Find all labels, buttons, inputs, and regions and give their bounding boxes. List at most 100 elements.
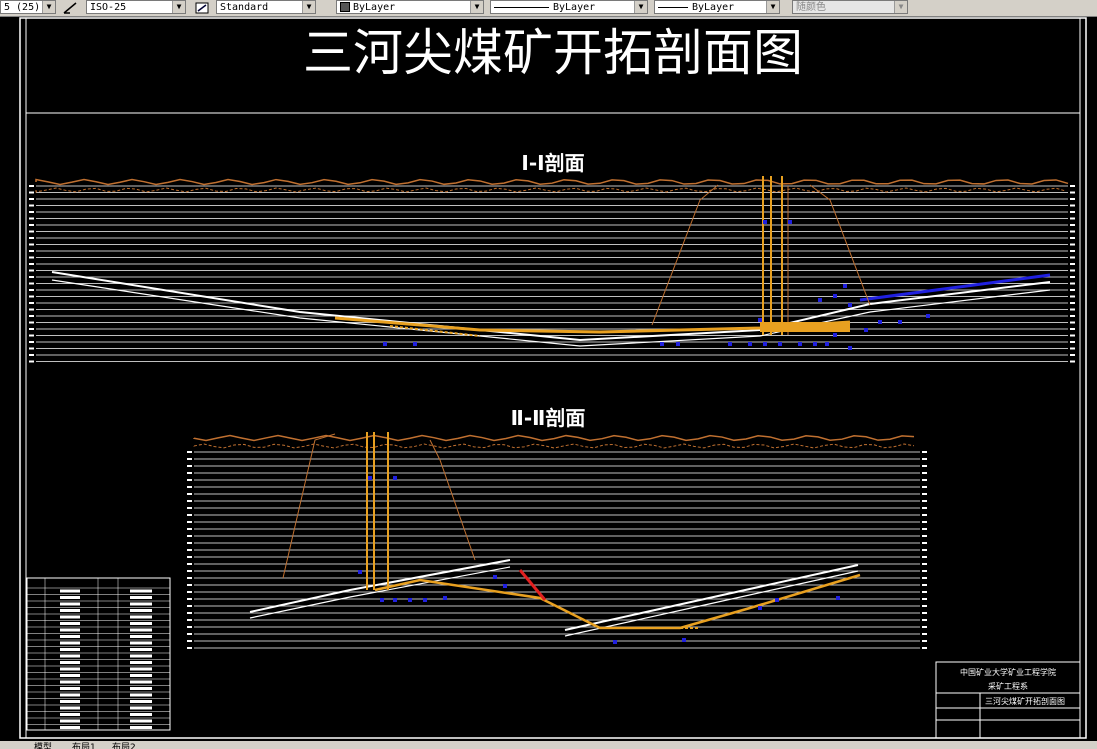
tab-layout1[interactable]: 布局1	[72, 741, 96, 749]
borehole-marker	[748, 342, 752, 346]
depth-tick	[29, 347, 34, 350]
legend-cell	[60, 641, 80, 645]
depth-tick	[187, 451, 192, 453]
depth-tick	[1070, 211, 1075, 213]
alluvium-base	[35, 187, 1067, 193]
legend-cell	[130, 726, 152, 729]
ground-surface	[35, 178, 1069, 186]
lineweight-dropdown[interactable]: ByLayer ▼	[654, 0, 780, 14]
legend-cell	[60, 589, 80, 593]
depth-tick	[187, 486, 192, 488]
drawing-svg[interactable]: 三河尖煤矿开拓剖面图 I-I剖面 Ⅱ-Ⅱ剖面 中国矿业大学矿业工程学院 采矿工程…	[0, 16, 1097, 741]
coal-seam-upper	[249, 559, 511, 613]
depth-tick	[922, 633, 927, 635]
borehole-marker	[728, 342, 732, 346]
scale-dropdown[interactable]: 5 (25) ▼	[0, 0, 56, 14]
depth-tick	[29, 328, 34, 330]
depth-tick	[922, 514, 927, 516]
inclined-shaft	[429, 439, 476, 561]
borehole-marker	[836, 596, 840, 600]
depth-tick	[1070, 230, 1075, 233]
depth-tick	[1070, 198, 1075, 200]
plotstyle-dropdown[interactable]: 随颜色 ▼	[792, 0, 908, 14]
depth-tick	[29, 217, 34, 220]
drawing-canvas[interactable]: 三河尖煤矿开拓剖面图 I-I剖面 Ⅱ-Ⅱ剖面 中国矿业大学矿业工程学院 采矿工程…	[0, 16, 1097, 741]
depth-tick	[29, 360, 34, 363]
borehole-marker	[864, 328, 868, 332]
legend-cell	[130, 693, 152, 697]
legend-cell	[130, 661, 152, 664]
depth-tick	[1070, 341, 1075, 343]
depth-tick	[1070, 243, 1075, 246]
borehole-marker	[758, 318, 762, 322]
depth-tick	[1070, 204, 1075, 207]
depth-tick	[187, 570, 192, 572]
lineweight-sample	[658, 6, 688, 8]
borehole-marker	[383, 342, 387, 346]
textstyle-icon[interactable]	[194, 0, 210, 14]
borehole-marker	[763, 220, 767, 224]
depth-tick	[922, 563, 927, 565]
borehole-marker	[833, 294, 837, 298]
borehole-marker	[778, 342, 782, 346]
depth-tick	[1070, 302, 1075, 304]
depth-tick	[187, 472, 192, 474]
depth-tick	[1070, 276, 1075, 278]
depth-tick	[1070, 191, 1075, 194]
inclined-shaft	[651, 184, 719, 326]
depth-tick	[29, 224, 34, 226]
depth-tick	[29, 237, 34, 239]
borehole-marker	[798, 342, 802, 346]
borehole-marker	[843, 284, 847, 288]
legend-cell	[60, 654, 80, 658]
linetype-value: ByLayer	[553, 2, 596, 13]
legend-cell	[60, 674, 80, 677]
depth-tick	[187, 549, 192, 551]
legend-cell	[130, 713, 152, 716]
chevron-down-icon: ▼	[634, 1, 647, 13]
dimstyle-dropdown[interactable]: ISO-25 ▼	[86, 0, 186, 14]
depth-tick	[1070, 269, 1075, 272]
tab-layout2[interactable]: 布局2	[112, 741, 136, 749]
depth-tick	[29, 354, 34, 356]
depth-tick	[922, 479, 927, 481]
depth-tick	[922, 626, 927, 628]
depth-tick	[29, 269, 34, 272]
legend-table	[26, 577, 171, 731]
legend-cell	[130, 641, 152, 645]
depth-tick	[29, 295, 34, 298]
depth-tick	[922, 458, 927, 460]
legend-cell	[60, 687, 80, 690]
dimstyle-icon[interactable]	[62, 0, 78, 14]
linetype-dropdown[interactable]: ByLayer ▼	[490, 0, 648, 14]
depth-tick	[29, 315, 34, 317]
drawing-title: 三河尖煤矿开拓剖面图	[303, 24, 803, 82]
depth-tick	[29, 289, 34, 291]
depth-tick	[187, 479, 192, 481]
plotstyle-value: 随颜色	[796, 2, 826, 13]
textstyle-dropdown[interactable]: Standard ▼	[216, 0, 316, 14]
legend-cell	[130, 622, 152, 625]
depth-tick	[922, 493, 927, 495]
alluvium-base	[193, 443, 915, 449]
depth-tick	[922, 528, 927, 530]
coal-seam-lower	[564, 570, 859, 637]
legend-cell	[60, 693, 80, 697]
depth-tick	[1070, 295, 1075, 298]
chevron-down-icon: ▼	[172, 1, 185, 13]
depth-tick	[1070, 224, 1075, 226]
depth-tick	[1070, 308, 1075, 311]
tab-model[interactable]: 模型	[34, 741, 52, 749]
depth-tick	[187, 507, 192, 509]
depth-tick	[187, 591, 192, 593]
legend-cell	[60, 726, 80, 729]
depth-tick	[187, 458, 192, 460]
borehole-marker	[503, 584, 507, 588]
borehole-marker	[393, 598, 397, 602]
color-dropdown[interactable]: ByLayer ▼	[336, 0, 484, 14]
depth-tick	[187, 577, 192, 579]
borehole-marker	[898, 320, 902, 324]
title-block-name: 三河尖煤矿开拓剖面图	[985, 696, 1065, 706]
depth-tick	[922, 570, 927, 572]
borehole-marker	[423, 598, 427, 602]
